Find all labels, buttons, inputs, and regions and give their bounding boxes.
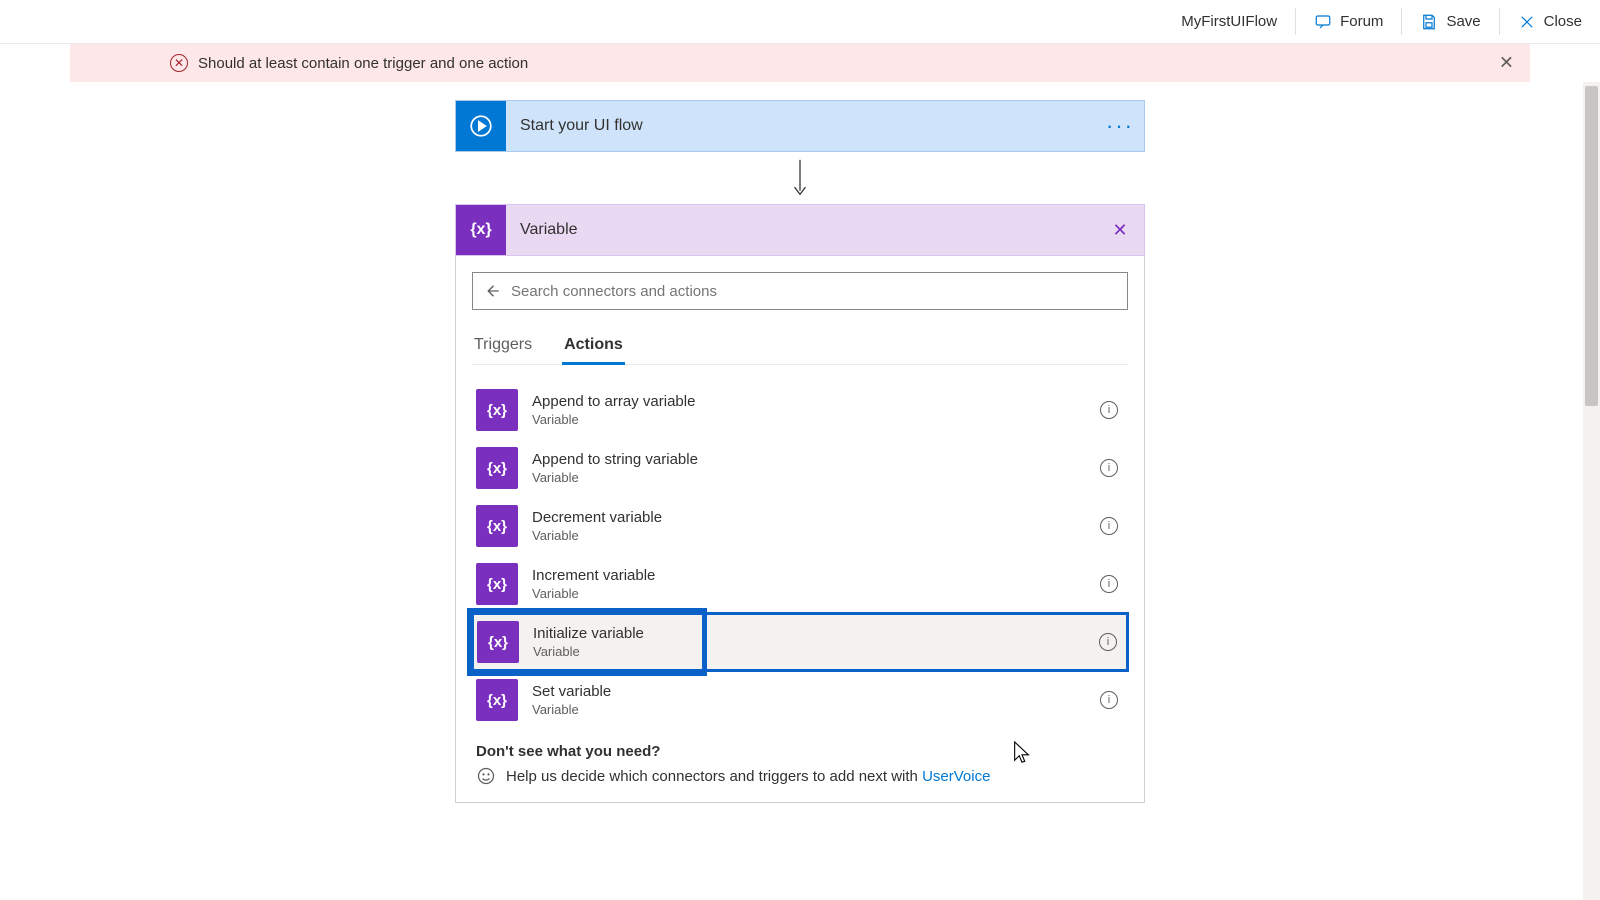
footer-text: Help us decide which connectors and trig… [506, 768, 990, 785]
action-title: Decrement variable [532, 509, 1100, 527]
flow-name: MyFirstUIFlow [1163, 0, 1295, 43]
action-set[interactable]: {x} Set variable Variable i [472, 671, 1128, 729]
action-decrement[interactable]: {x} Decrement variable Variable i [472, 497, 1128, 555]
chat-icon [1314, 13, 1332, 31]
footer-help: Don't see what you need? Help us decide … [472, 729, 1128, 786]
action-increment[interactable]: {x} Increment variable Variable i [472, 555, 1128, 613]
variable-step-header[interactable]: {x} Variable ✕ [455, 204, 1145, 256]
flow-canvas: Start your UI flow ··· {x} Variable ✕ Tr… [0, 82, 1600, 900]
error-banner: ✕ Should at least contain one trigger an… [70, 44, 1530, 82]
info-icon[interactable]: i [1100, 691, 1118, 709]
action-append-array[interactable]: {x} Append to array variable Variable i [472, 381, 1128, 439]
action-picker-panel: Triggers Actions {x} Append to array var… [455, 256, 1145, 803]
variable-icon: {x} [476, 505, 518, 547]
search-field[interactable] [472, 272, 1128, 310]
variable-icon: {x} [476, 679, 518, 721]
flow-arrow [455, 152, 1145, 204]
dismiss-error-button[interactable]: ✕ [1499, 53, 1514, 74]
search-input[interactable] [511, 283, 1117, 300]
close-icon [1518, 13, 1536, 31]
close-panel-button[interactable]: ✕ [1096, 205, 1144, 255]
action-subtitle: Variable [532, 702, 1100, 718]
variable-icon: {x} [476, 563, 518, 605]
start-step-card[interactable]: Start your UI flow ··· [455, 100, 1145, 152]
footer-question: Don't see what you need? [476, 743, 1124, 760]
variable-step-title: Variable [506, 205, 1096, 255]
save-icon [1420, 13, 1438, 31]
action-subtitle: Variable [533, 644, 1099, 660]
step-menu-button[interactable]: ··· [1096, 101, 1144, 151]
info-icon[interactable]: i [1100, 517, 1118, 535]
forum-button[interactable]: Forum [1296, 0, 1401, 43]
variable-icon: {x} [477, 621, 519, 663]
tab-actions[interactable]: Actions [562, 328, 625, 364]
info-icon[interactable]: i [1100, 459, 1118, 477]
action-title: Append to string variable [532, 451, 1100, 469]
top-bar: MyFirstUIFlow Forum Save Close [0, 0, 1600, 44]
info-icon[interactable]: i [1100, 575, 1118, 593]
variable-icon: {x} [456, 205, 506, 255]
forum-label: Forum [1340, 13, 1383, 30]
action-title: Increment variable [532, 567, 1100, 585]
action-append-string[interactable]: {x} Append to string variable Variable i [472, 439, 1128, 497]
save-button[interactable]: Save [1402, 0, 1498, 43]
info-icon[interactable]: i [1100, 401, 1118, 419]
action-initialize[interactable]: {x} Initialize variable Variable i [472, 613, 1128, 671]
save-label: Save [1446, 13, 1480, 30]
variable-icon: {x} [476, 447, 518, 489]
info-icon[interactable]: i [1099, 633, 1117, 651]
vertical-scrollbar[interactable] [1583, 82, 1600, 900]
uservoice-link[interactable]: UserVoice [922, 768, 990, 785]
action-subtitle: Variable [532, 412, 1100, 428]
action-subtitle: Variable [532, 586, 1100, 602]
close-label: Close [1544, 13, 1582, 30]
action-title: Append to array variable [532, 393, 1100, 411]
error-text: Should at least contain one trigger and … [198, 55, 528, 72]
close-button[interactable]: Close [1500, 0, 1600, 43]
action-subtitle: Variable [532, 470, 1100, 486]
error-icon: ✕ [170, 54, 188, 72]
back-arrow-icon[interactable] [483, 282, 501, 300]
tab-triggers[interactable]: Triggers [472, 328, 534, 364]
action-subtitle: Variable [532, 528, 1100, 544]
action-title: Set variable [532, 683, 1100, 701]
action-title: Initialize variable [533, 625, 1099, 643]
start-step-title: Start your UI flow [506, 101, 1096, 151]
action-list: {x} Append to array variable Variable i … [472, 365, 1128, 729]
scrollbar-thumb[interactable] [1585, 86, 1598, 406]
play-icon [456, 101, 506, 151]
variable-icon: {x} [476, 389, 518, 431]
tabs: Triggers Actions [472, 328, 1128, 365]
smile-icon [476, 766, 496, 786]
